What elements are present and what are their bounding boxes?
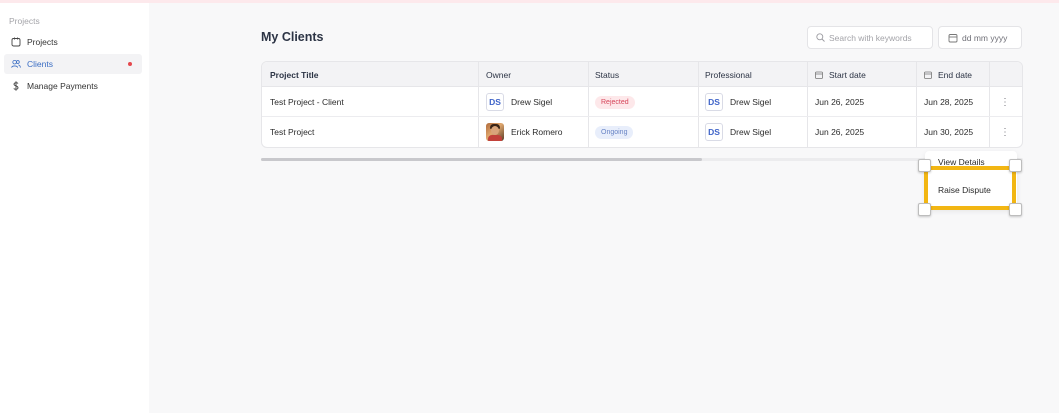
more-options-icon[interactable]: ⋮: [1000, 127, 1010, 138]
dollar-icon: [11, 81, 21, 91]
column-header-professional[interactable]: Professional: [705, 62, 752, 87]
more-options-icon[interactable]: ⋮: [1000, 97, 1010, 108]
status-badge: Ongoing: [595, 125, 634, 139]
sidebar-item-projects[interactable]: Projects: [4, 32, 142, 52]
professional-cell: DS Drew Sigel: [705, 117, 771, 147]
search-input[interactable]: [829, 32, 929, 43]
users-icon: [11, 59, 21, 69]
sidebar: Projects Projects Clients Manage Payment…: [0, 3, 149, 413]
resize-handle[interactable]: [918, 203, 931, 216]
date-filter-label: dd mm yyyy: [962, 32, 1008, 43]
sidebar-item-clients[interactable]: Clients: [4, 54, 142, 74]
owner-avatar: [486, 123, 504, 141]
column-header-owner[interactable]: Owner: [486, 62, 511, 87]
calendar-icon: [815, 71, 823, 79]
clients-table: Project Title Owner Status Professional …: [261, 61, 1023, 148]
sidebar-item-manage-payments[interactable]: Manage Payments: [4, 76, 142, 96]
resize-handle[interactable]: [918, 159, 931, 172]
calendar-icon: [924, 71, 932, 79]
end-date-cell: Jun 28, 2025: [924, 97, 974, 107]
sidebar-section-label: Projects: [9, 16, 40, 26]
owner-cell: DS Drew Sigel: [486, 87, 552, 117]
column-header-end-date[interactable]: End date: [924, 62, 972, 87]
notification-dot: [128, 62, 132, 66]
professional-name: Drew Sigel: [730, 97, 772, 107]
project-title-cell: Test Project: [270, 127, 315, 137]
status-cell: Ongoing: [595, 117, 634, 147]
projects-icon: [11, 37, 21, 47]
owner-name: Drew Sigel: [511, 97, 553, 107]
column-header-label: Start date: [829, 69, 866, 80]
table-row[interactable]: Test Project - Client DS Drew Sigel Reje…: [262, 87, 1022, 117]
project-title-cell: Test Project - Client: [270, 97, 344, 107]
resize-handle[interactable]: [1009, 159, 1022, 172]
sidebar-item-label: Projects: [27, 37, 58, 47]
column-header-project-title[interactable]: Project Title: [270, 62, 319, 87]
column-header-label: End date: [938, 69, 973, 80]
owner-cell: Erick Romero: [486, 117, 562, 147]
column-header-status[interactable]: Status: [595, 62, 619, 87]
status-badge: Rejected: [595, 95, 635, 109]
owner-name: Erick Romero: [511, 127, 563, 137]
professional-name: Drew Sigel: [730, 127, 772, 137]
selection-highlight: [924, 166, 1016, 210]
status-cell: Rejected: [595, 87, 635, 117]
search-icon: [816, 33, 825, 42]
scrollbar-thumb[interactable]: [261, 158, 702, 161]
table-header: Project Title Owner Status Professional …: [262, 62, 1022, 87]
sidebar-item-label: Clients: [27, 59, 53, 69]
end-date-cell: Jun 30, 2025: [924, 127, 974, 137]
start-date-cell: Jun 26, 2025: [815, 97, 865, 107]
professional-avatar: DS: [705, 123, 723, 141]
page-title: My Clients: [261, 30, 324, 44]
search-box[interactable]: [807, 26, 933, 49]
horizontal-scrollbar[interactable]: [261, 158, 1023, 161]
calendar-icon: [948, 33, 958, 43]
top-accent-line: [0, 0, 1059, 3]
professional-cell: DS Drew Sigel: [705, 87, 771, 117]
sidebar-item-label: Manage Payments: [27, 81, 98, 91]
resize-handle[interactable]: [1009, 203, 1022, 216]
owner-avatar: DS: [486, 93, 504, 111]
date-filter[interactable]: dd mm yyyy: [938, 26, 1022, 49]
start-date-cell: Jun 26, 2025: [815, 127, 865, 137]
table-row[interactable]: Test Project Erick Romero Ongoing DS Dre…: [262, 117, 1022, 147]
professional-avatar: DS: [705, 93, 723, 111]
column-header-start-date[interactable]: Start date: [815, 62, 866, 87]
